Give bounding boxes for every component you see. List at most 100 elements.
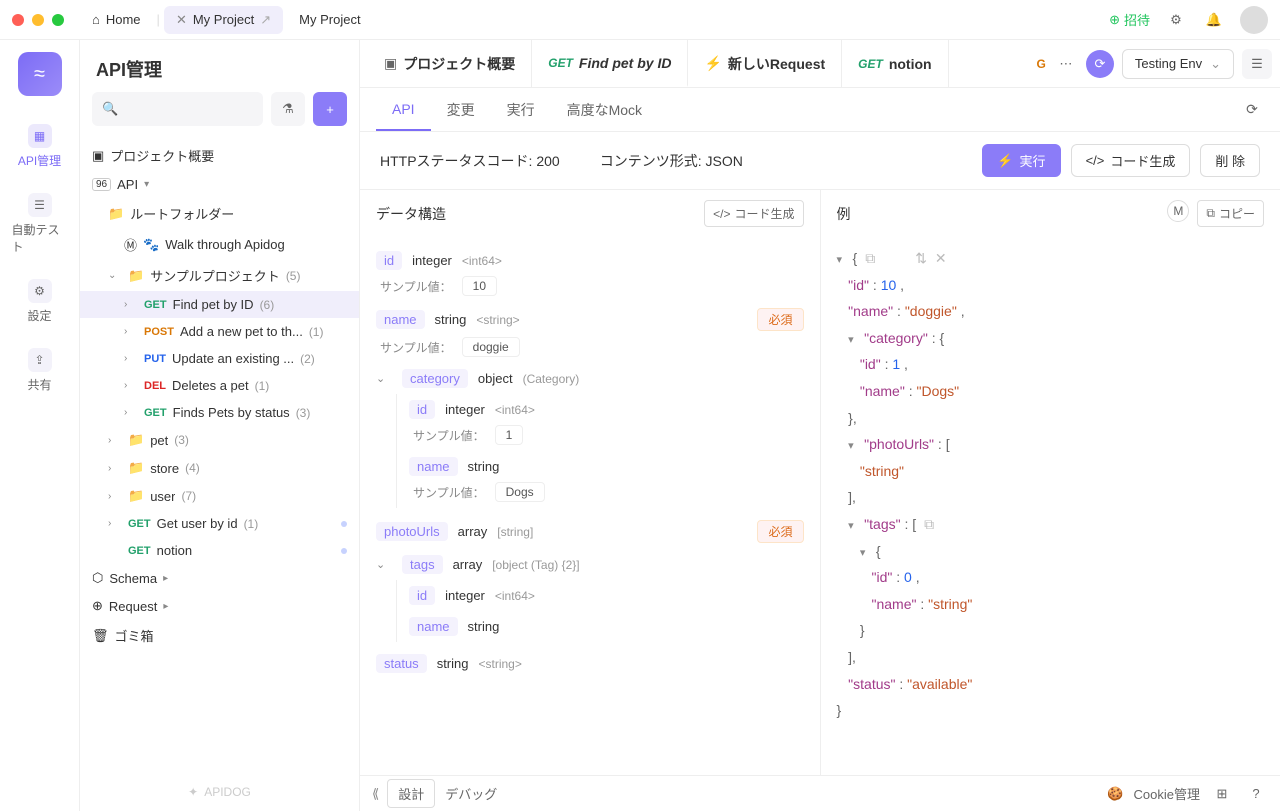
folder-name: user xyxy=(150,489,175,504)
g-badge: G xyxy=(1037,57,1046,71)
subtab[interactable]: 変更 xyxy=(431,88,491,131)
content-tab[interactable]: GETFind pet by ID xyxy=(532,40,688,87)
tree-sample-project[interactable]: ⌄ 📁 サンプルプロジェクト (5) xyxy=(80,260,359,291)
required-badge: 必須 xyxy=(757,520,803,543)
run-button[interactable]: ⚡ 実行 xyxy=(982,144,1060,177)
tree-endpoint[interactable]: › GET Finds Pets by status (3) xyxy=(80,399,359,426)
home-label: Home xyxy=(106,12,141,27)
subtab[interactable]: API xyxy=(376,88,431,131)
codegen-button[interactable]: </> コード生成 xyxy=(1071,144,1191,177)
filter-button[interactable]: ⚗ xyxy=(271,92,305,126)
minimize-window-icon[interactable] xyxy=(32,14,44,26)
close-window-icon[interactable] xyxy=(12,14,24,26)
sync-button[interactable]: ⟳ xyxy=(1086,50,1114,78)
sort-icon[interactable]: ⇅ xyxy=(915,250,927,266)
help-icon[interactable]: ? xyxy=(1244,782,1268,806)
collapse-all-icon[interactable]: ✕ xyxy=(935,250,947,266)
rail-autotest[interactable]: ☰ 自動テスト xyxy=(8,185,72,263)
method-badge: GET xyxy=(548,56,573,70)
copy-icon[interactable]: ⧉ xyxy=(865,250,875,266)
tree-endpoint[interactable]: GET notion xyxy=(80,537,359,564)
tree-endpoint[interactable]: › GET Find pet by ID (6) xyxy=(80,291,359,318)
collapse-icon[interactable]: ▾ xyxy=(848,330,860,351)
bell-icon[interactable]: 🔔 xyxy=(1202,8,1226,32)
tree-walk[interactable]: Ⓜ 🐾 Walk through Apidog xyxy=(80,229,359,260)
collapse-icon[interactable]: ▾ xyxy=(837,250,849,271)
plugin-icon[interactable]: ⊞ xyxy=(1210,782,1234,806)
sidebar-footer: ✦ APIDOG xyxy=(80,773,359,811)
count: (1) xyxy=(244,517,259,531)
menu-button[interactable]: ☰ xyxy=(1242,49,1272,79)
tree-root-folder[interactable]: 📁 ルートフォルダー xyxy=(80,198,359,229)
json-key: "category" xyxy=(864,330,928,346)
copy-button[interactable]: ⧉ コピー xyxy=(1197,200,1264,227)
tree-api-root[interactable]: 96 API ▾ xyxy=(80,171,359,198)
tab-title: 新しいRequest xyxy=(728,54,825,74)
tree-endpoint[interactable]: › PUT Update an existing ... (2) xyxy=(80,345,359,372)
content-tab[interactable]: ⚡新しいRequest xyxy=(688,40,842,87)
app-logo[interactable]: ≈ xyxy=(18,52,62,96)
count: (2) xyxy=(300,352,315,366)
schema-field-photourls: photoUrls array[string] 必須 xyxy=(376,514,804,549)
tree-endpoint[interactable]: › GET Get user by id (1) xyxy=(80,510,359,537)
debug-tab[interactable]: デバッグ xyxy=(435,780,507,807)
rail-share[interactable]: ⇪ 共有 xyxy=(8,340,72,401)
clock-icon[interactable]: ⟳ xyxy=(1240,98,1264,122)
tree-endpoint[interactable]: › POST Add a new pet to th... (1) xyxy=(80,318,359,345)
tree-overview[interactable]: ▣ プロジェクト概要 xyxy=(80,140,359,171)
rail-api[interactable]: ▦ API管理 xyxy=(8,116,72,177)
sample-label: サンプル値： xyxy=(380,278,452,295)
mock-badge[interactable]: M xyxy=(1167,200,1189,222)
panels: データ構造 </> コード生成 id integer <int64> xyxy=(360,190,1280,775)
tree-folder[interactable]: › 📁 store (4) xyxy=(80,454,359,482)
maximize-window-icon[interactable] xyxy=(52,14,64,26)
schema-field-category: ⌄ category object (Category) id integer … xyxy=(376,363,804,514)
close-icon[interactable]: ✕ xyxy=(176,12,187,28)
chevron-down-icon[interactable]: ⌄ xyxy=(376,372,392,385)
search-input[interactable]: 🔍 xyxy=(92,92,263,126)
chevron-down-icon[interactable]: ⌄ xyxy=(376,558,392,571)
cookie-label[interactable]: Cookie管理 xyxy=(1134,784,1200,803)
tree-trash[interactable]: 🗑 ゴミ箱 xyxy=(80,620,359,651)
tree-endpoint[interactable]: › DEL Deletes a pet (1) xyxy=(80,372,359,399)
content-tab[interactable]: GETnotion xyxy=(842,40,948,87)
tree-folder[interactable]: › 📁 user (7) xyxy=(80,482,359,510)
avatar[interactable] xyxy=(1240,6,1268,34)
field-type: array xyxy=(453,557,483,572)
env-select[interactable]: Testing Env ⌄ xyxy=(1122,49,1234,79)
add-button[interactable]: + xyxy=(313,92,347,126)
collapse-icon[interactable]: ▾ xyxy=(860,543,872,564)
method-badge: GET xyxy=(144,299,167,311)
tree-request[interactable]: ⊕ Request ▸ xyxy=(80,592,359,620)
gear-icon[interactable]: ⚙ xyxy=(1164,8,1188,32)
subtab[interactable]: 実行 xyxy=(491,88,551,131)
invite-button[interactable]: ⊕ 招待 xyxy=(1109,10,1150,29)
schema-icon: ⬡ xyxy=(92,570,103,586)
field-name: name xyxy=(409,617,458,636)
home-tab[interactable]: ⌂ Home xyxy=(80,6,153,33)
tree-schema[interactable]: ⬡ Schema ▸ xyxy=(80,564,359,592)
more-icon[interactable]: ⋯ xyxy=(1054,52,1078,76)
field-name: id xyxy=(409,586,435,605)
folder-icon: 📁 xyxy=(108,206,124,222)
delete-button[interactable]: 削 除 xyxy=(1200,144,1260,177)
sample-value: 10 xyxy=(462,276,497,296)
collapse-panel-icon[interactable]: ⟪ xyxy=(372,786,379,802)
copy-icon[interactable]: ⧉ xyxy=(924,516,934,532)
rail-label: API管理 xyxy=(18,152,61,169)
panel-codegen-button[interactable]: </> コード生成 xyxy=(704,200,803,227)
subtab[interactable]: 高度なMock xyxy=(551,88,658,131)
rail-settings[interactable]: ⚙ 設定 xyxy=(8,271,72,332)
content-tab[interactable]: ▣プロジェクト概要 xyxy=(368,40,532,87)
design-tab[interactable]: 設計 xyxy=(387,779,435,808)
collapse-icon[interactable]: ▾ xyxy=(848,436,860,457)
json-value: 0 xyxy=(904,569,912,585)
project-tab-active[interactable]: ✕ My Project ↗ xyxy=(164,6,283,34)
tree-label: サンプルプロジェクト xyxy=(150,266,280,285)
code-icon: </> xyxy=(1086,153,1105,168)
project-tab[interactable]: My Project xyxy=(287,6,372,33)
tree-folder[interactable]: › 📁 pet (3) xyxy=(80,426,359,454)
field-name: status xyxy=(376,654,427,673)
count: (4) xyxy=(185,461,200,475)
collapse-icon[interactable]: ▾ xyxy=(848,516,860,537)
